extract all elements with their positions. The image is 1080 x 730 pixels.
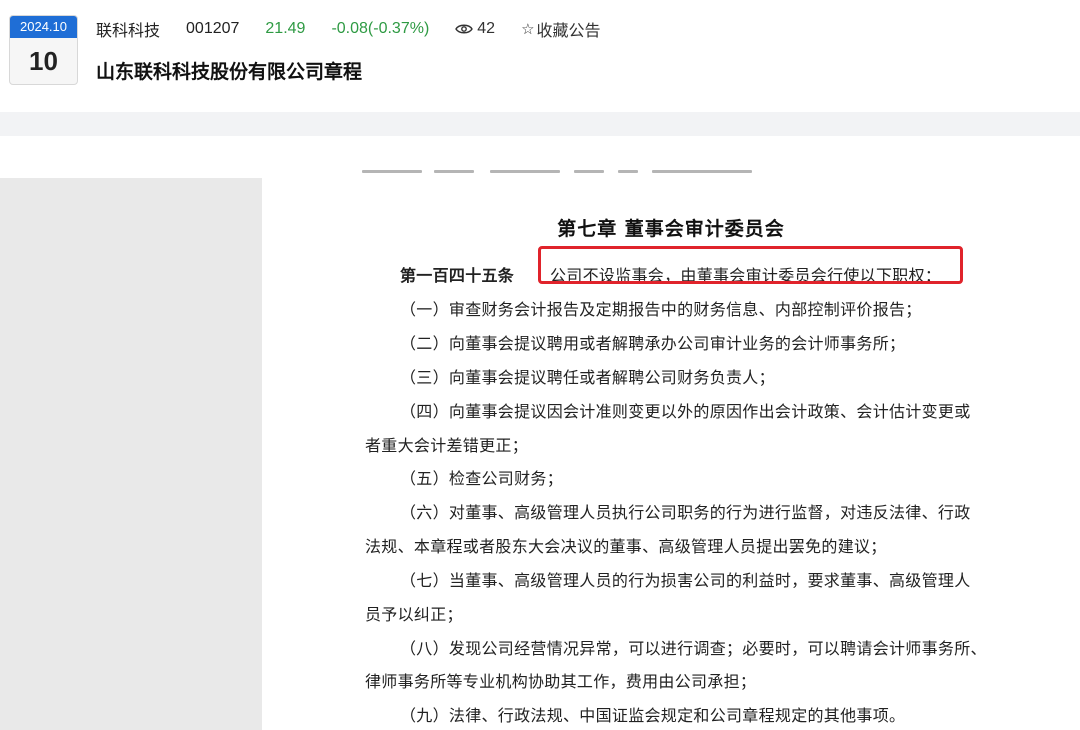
highlight-box — [538, 246, 963, 284]
left-margin-panel — [0, 178, 262, 730]
date-badge: 2024.10 10 — [9, 15, 78, 85]
doc-line-3: （三）向董事会提议聘任或者解聘公司财务负责人； — [400, 368, 775, 387]
doc-line-5: 者重大会计差错更正； — [365, 436, 529, 455]
date-day: 10 — [29, 46, 58, 76]
star-outline-icon: ☆ — [521, 20, 535, 38]
doc-line-9: （七）当董事、高级管理人员的行为损害公司的利益时，要求董事、高级管理人 — [400, 571, 971, 590]
stock-price: 21.49 — [265, 20, 306, 37]
eye-icon — [455, 24, 474, 34]
doc-line-6: （五）检查公司财务； — [400, 469, 564, 488]
doc-line-8: 法规、本章程或者股东大会决议的董事、高级管理人员提出罢免的建议； — [365, 537, 887, 556]
document-title: 山东联科科技股份有限公司章程 — [96, 61, 363, 83]
doc-line-12: 律师事务所等专业机构协助其工作，费用由公司承担； — [365, 672, 757, 691]
doc-line-13: （九）法律、行政法规、中国证监会规定和公司章程规定的其他事项。 — [400, 706, 906, 725]
doc-line-4: （四）向董事会提议因会计准则变更以外的原因作出会计政策、会计估计变更或 — [400, 402, 971, 421]
doc-line-10: 员予以纠正； — [365, 605, 463, 624]
doc-line-2: （二）向董事会提议聘用或者解聘承办公司审计业务的会计师事务所； — [400, 334, 906, 353]
announcement-header: 2024.10 10 联科科技 001207 21.49 -0.08(-0.37… — [0, 0, 1080, 112]
doc-line-1: （一）审查财务会计报告及定期报告中的财务信息、内部控制评价报告； — [400, 300, 922, 319]
cut-off-text-line — [362, 170, 762, 178]
stock-name[interactable]: 联科科技 — [96, 17, 160, 41]
header-divider-band — [0, 112, 1080, 136]
date-year-month: 2024.10 — [10, 16, 77, 38]
doc-line-7: （六）对董事、高级管理人员执行公司职务的行为进行监督，对违反法律、行政 — [400, 503, 971, 522]
chapter-title: 第七章 董事会审计委员会 — [557, 218, 785, 240]
document-page: 第七章 董事会审计委员会 第一百四十五条 公司不设监事会，由董事会审计委员会行使… — [262, 136, 1080, 730]
stock-meta-row: 联科科技 001207 21.49 -0.08(-0.37%) 42 ☆ 收藏公… — [96, 18, 627, 40]
favorite-label: 收藏公告 — [536, 21, 601, 40]
article-label: 第一百四十五条 — [400, 266, 515, 285]
stock-code[interactable]: 001207 — [186, 20, 239, 38]
favorite-button[interactable]: ☆ 收藏公告 — [521, 17, 600, 41]
view-count-value: 42 — [477, 20, 496, 37]
doc-line-11: （八）发现公司经营情况异常，可以进行调查；必要时，可以聘请会计师事务所、 — [400, 639, 987, 658]
view-count: 42 — [455, 20, 495, 38]
stock-change: -0.08(-0.37%) — [331, 20, 430, 37]
article-heading: 第一百四十五条 — [400, 262, 514, 286]
